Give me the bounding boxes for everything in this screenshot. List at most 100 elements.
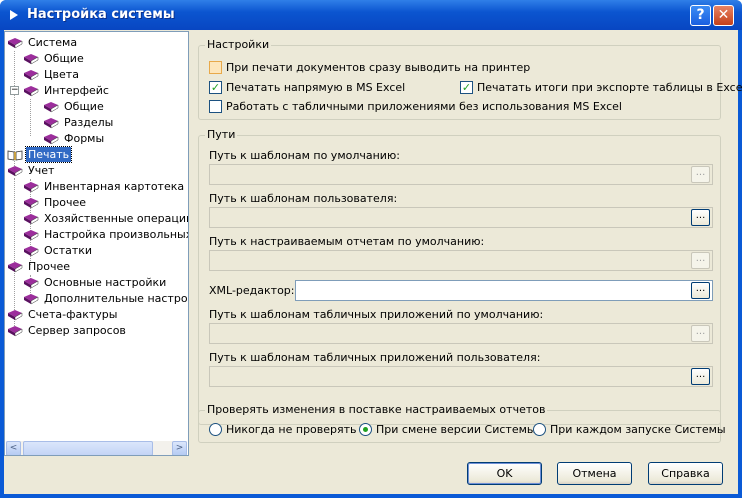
help-title-button[interactable]: ?: [690, 5, 711, 26]
print-direct-checkbox[interactable]: При печати документов сразу выводить на …: [209, 61, 530, 75]
dialog-client: − Система Общие Цвета Интерфейс Общие Ра…: [4, 30, 742, 494]
tree-label: Общие: [44, 52, 84, 65]
user-templates-field: [209, 207, 713, 228]
ok-button[interactable]: OK: [467, 462, 542, 485]
tree-label: Система: [28, 36, 78, 49]
radio-label: При смене версии Системы: [376, 423, 536, 436]
tree-label: Настройка произвольных д: [44, 228, 189, 241]
book-icon: [8, 166, 23, 177]
settings-group: Настройки При печати документов сразу вы…: [198, 39, 742, 120]
checkmark-icon: ✓: [460, 81, 473, 94]
book-icon: [44, 134, 59, 145]
paths-group: Пути Путь к шаблонам по умолчанию: ... П…: [198, 129, 721, 425]
book-icon: [24, 182, 39, 193]
scroll-left-button[interactable]: <: [6, 441, 21, 455]
xml-editor-browse-button[interactable]: ...: [691, 282, 710, 299]
radio-circle: [359, 423, 372, 436]
tree-label: Инвентарная картотека: [44, 180, 185, 193]
user-table-templates-field: [209, 366, 713, 387]
xml-editor-label: XML-редактор:: [209, 284, 295, 297]
collapse-toggle[interactable]: −: [10, 86, 19, 95]
scroll-thumb[interactable]: [23, 441, 153, 455]
print-excel-checkbox[interactable]: ✓ Печатать напрямую в MS Excel: [209, 81, 429, 95]
default-table-templates-label: Путь к шаблонам табличных приложений по …: [209, 308, 544, 321]
checkbox-label: При печати документов сразу выводить на …: [226, 61, 531, 74]
check-changes-group-title: Проверять изменения в поставке настраива…: [205, 403, 548, 416]
check-changes-group: Проверять изменения в поставке настраива…: [198, 404, 726, 443]
radio-circle: [209, 423, 222, 436]
book-icon: [8, 310, 23, 321]
user-templates-label: Путь к шаблонам пользователя:: [209, 192, 398, 205]
no-excel-checkbox[interactable]: Работать с табличными приложениями без и…: [209, 100, 622, 114]
checkbox-box: [209, 61, 222, 74]
tree-label: Основные настройки: [44, 276, 167, 289]
tree-label: Печать: [24, 146, 73, 163]
settings-window: Настройка системы ? ✕ − Система Общие Цв…: [0, 0, 742, 498]
user-templates-browse-button[interactable]: ...: [691, 209, 710, 226]
book-icon: [24, 230, 39, 241]
close-button[interactable]: ✕: [713, 5, 734, 26]
book-icon: [8, 38, 23, 49]
scroll-right-button[interactable]: >: [172, 441, 187, 455]
user-table-templates-browse-button[interactable]: ...: [691, 368, 710, 385]
checkbox-label: Печатать итоги при экспорте таблицы в Ex…: [477, 81, 742, 94]
tree-label: Дополнительные настройк: [44, 292, 189, 305]
settings-group-title: Настройки: [205, 38, 272, 51]
radio-never[interactable]: Никогда не проверять: [209, 423, 357, 437]
window-app-icon: [10, 10, 18, 20]
radio-label: Никогда не проверять: [226, 423, 357, 436]
print-totals-checkbox[interactable]: ✓ Печатать итоги при экспорте таблицы в E…: [460, 81, 742, 95]
radio-on-each-start[interactable]: При каждом запуске Системы: [533, 423, 726, 437]
default-table-templates-browse-button: ...: [691, 325, 710, 342]
title-bar[interactable]: Настройка системы ? ✕: [0, 0, 742, 30]
default-templates-field: [209, 164, 713, 185]
checkbox-label: Работать с табличными приложениями без и…: [226, 100, 622, 113]
book-icon: [24, 70, 39, 81]
book-icon: [24, 86, 39, 97]
book-icon: [24, 54, 39, 65]
tree-label: Учет: [28, 164, 55, 177]
default-templates-label: Путь к шаблонам по умолчанию:: [209, 149, 400, 162]
default-reports-browse-button: ...: [691, 252, 710, 269]
tree-line: [14, 178, 15, 328]
book-icon: [8, 326, 23, 337]
tree-label: Разделы: [64, 116, 114, 129]
tree-label: Интерфейс: [44, 84, 109, 97]
tree-label: Формы: [64, 132, 105, 145]
tree-label: Общие: [64, 100, 104, 113]
tree-label: Прочее: [28, 260, 71, 273]
cancel-button[interactable]: Отмена: [557, 462, 632, 485]
settings-tree[interactable]: − Система Общие Цвета Интерфейс Общие Ра…: [4, 31, 189, 456]
book-icon: [24, 214, 39, 225]
tree-label: Счета-фактуры: [28, 308, 118, 321]
help-button[interactable]: Справка: [648, 462, 723, 485]
user-table-templates-label: Путь к шаблонам табличных приложений пол…: [209, 351, 541, 364]
radio-on-version-change[interactable]: При смене версии Системы: [359, 423, 536, 437]
open-book-icon: [7, 150, 23, 161]
paths-group-title: Пути: [205, 128, 238, 141]
tree-line: [30, 99, 31, 136]
tree-label: Хозяйственные операции: [44, 212, 189, 225]
window-title: Настройка системы: [27, 7, 175, 22]
radio-label: При каждом запуске Системы: [550, 423, 726, 436]
checkbox-box: [209, 100, 222, 113]
default-table-templates-field: [209, 323, 713, 344]
book-icon: [24, 198, 39, 209]
radio-circle: [533, 423, 546, 436]
book-icon: [8, 262, 23, 273]
checkbox-label: Печатать напрямую в MS Excel: [226, 81, 406, 94]
default-reports-label: Путь к настраиваемым отчетам по умолчани…: [209, 235, 485, 248]
book-icon: [24, 294, 39, 305]
book-icon: [44, 102, 59, 113]
xml-editor-field[interactable]: [295, 280, 713, 301]
default-reports-field: [209, 250, 713, 271]
default-templates-browse-button: ...: [691, 166, 710, 183]
book-icon: [24, 246, 39, 257]
book-icon: [44, 118, 59, 129]
checkmark-icon: ✓: [209, 81, 222, 94]
book-icon: [24, 278, 39, 289]
tree-label: Остатки: [44, 244, 93, 257]
tree-label: Прочее: [44, 196, 87, 209]
tree-horizontal-scrollbar[interactable]: < >: [6, 441, 187, 455]
tree-label: Сервер запросов: [28, 324, 126, 337]
